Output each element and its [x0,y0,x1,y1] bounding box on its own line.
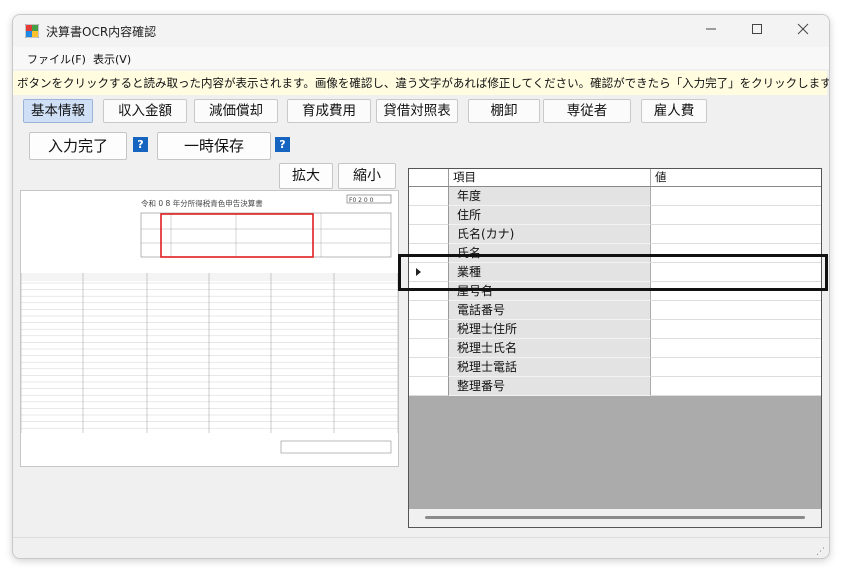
grid-row[interactable]: 住所 [409,206,821,225]
tab-inventory[interactable]: 棚卸 [468,99,540,123]
row-header[interactable] [409,320,449,339]
document-image: 令和 0 8 年分所得税青色申告決算書 F0 2 0 0 [21,191,398,466]
grid-cell-value[interactable] [651,187,821,206]
grid-cell-value[interactable] [651,358,821,377]
tab-depreciation[interactable]: 減価償却 [194,99,278,123]
zoom-in-button[interactable]: 拡大 [279,163,333,189]
tab-breeding-cost[interactable]: 育成費用 [287,99,371,123]
menu-bar: ファイル(F) 表示(V) [13,47,829,69]
row-header[interactable] [409,206,449,225]
grid-row[interactable]: 電話番号 [409,301,821,320]
instruction-banner: ボタンをクリックすると読み取った内容が表示されます。画像を確認し、違う文字があれ… [13,71,829,95]
row-header[interactable] [409,187,449,206]
ocr-result-grid: 項目 値 年度 住所 氏名(カナ) 氏名 業種 屋号名 電話番号 税理士住所 税理士氏名 税理士電… [408,168,822,528]
help-icon[interactable]: ? [275,137,290,152]
table-header-band [21,273,398,281]
row-header[interactable] [409,225,449,244]
grid-row[interactable]: 税理士氏名 [409,339,821,358]
status-bar: ⋰ [13,537,829,558]
grid-cell-value[interactable] [651,301,821,320]
app-window: 決算書OCR内容確認 ファイル(F) 表示(V) ボタンをクリックすると読み取っ… [12,14,830,559]
grid-cell-item: 税理士電話 [449,358,651,377]
annotation-highlight-box [398,254,828,291]
tab-family-employee[interactable]: 専従者 [543,99,631,123]
grid-row[interactable]: 税理士電話 [409,358,821,377]
maximize-icon [752,24,762,34]
page-number: F0 2 0 0 [349,197,374,204]
title-bar: 決算書OCR内容確認 [13,15,829,47]
grid-corner [409,169,449,186]
grid-row[interactable]: 整理番号 [409,377,821,396]
grid-row[interactable]: 税理士住所 [409,320,821,339]
row-header[interactable] [409,377,449,396]
minimize-button[interactable] [689,19,733,43]
horizontal-scrollbar[interactable] [409,509,821,527]
zoom-out-button[interactable]: 縮小 [338,163,396,189]
grid-cell-value[interactable] [651,206,821,225]
grid-cell-item: 税理士住所 [449,320,651,339]
tab-basic-info[interactable]: 基本情報 [23,99,93,123]
grid-row[interactable]: 年度 [409,187,821,206]
grid-cell-item: 氏名(カナ) [449,225,651,244]
app-icon [25,24,39,38]
tab-income[interactable]: 収入金額 [103,99,187,123]
scrollbar-thumb[interactable] [425,516,805,519]
grid-cell-item: 整理番号 [449,377,651,396]
close-button[interactable] [781,19,825,43]
grid-column-item[interactable]: 項目 [449,169,651,186]
close-icon [797,23,809,35]
row-header[interactable] [409,301,449,320]
maximize-button[interactable] [735,19,779,43]
document-heading: 令和 0 8 年分所得税青色申告決算書 [141,198,263,208]
grid-cell-item: 住所 [449,206,651,225]
window-title: 決算書OCR内容確認 [46,25,157,39]
menu-view[interactable]: 表示(V) [93,51,131,67]
grid-cell-item: 年度 [449,187,651,206]
grid-cell-value[interactable] [651,225,821,244]
minimize-icon [706,28,716,30]
grid-header: 項目 値 [409,169,821,187]
help-icon[interactable]: ? [133,137,148,152]
grid-column-value[interactable]: 値 [651,169,821,186]
grid-cell-item: 電話番号 [449,301,651,320]
row-header[interactable] [409,339,449,358]
grid-row[interactable]: 氏名(カナ) [409,225,821,244]
menu-file[interactable]: ファイル(F) [27,51,86,67]
grid-cell-item: 税理士氏名 [449,339,651,358]
complete-button[interactable]: 入力完了 [29,132,127,160]
tab-balance-sheet[interactable]: 貸借対照表 [376,99,458,123]
grid-cell-value[interactable] [651,377,821,396]
grid-cell-value[interactable] [651,339,821,358]
tab-employee-cost[interactable]: 雇人費 [641,99,707,123]
grid-cell-value[interactable] [651,320,821,339]
resize-grip-icon[interactable]: ⋰ [816,547,825,557]
row-header[interactable] [409,358,449,377]
document-preview[interactable]: 令和 0 8 年分所得税青色申告決算書 F0 2 0 0 [20,190,399,467]
temp-save-button[interactable]: 一時保存 [157,132,271,160]
